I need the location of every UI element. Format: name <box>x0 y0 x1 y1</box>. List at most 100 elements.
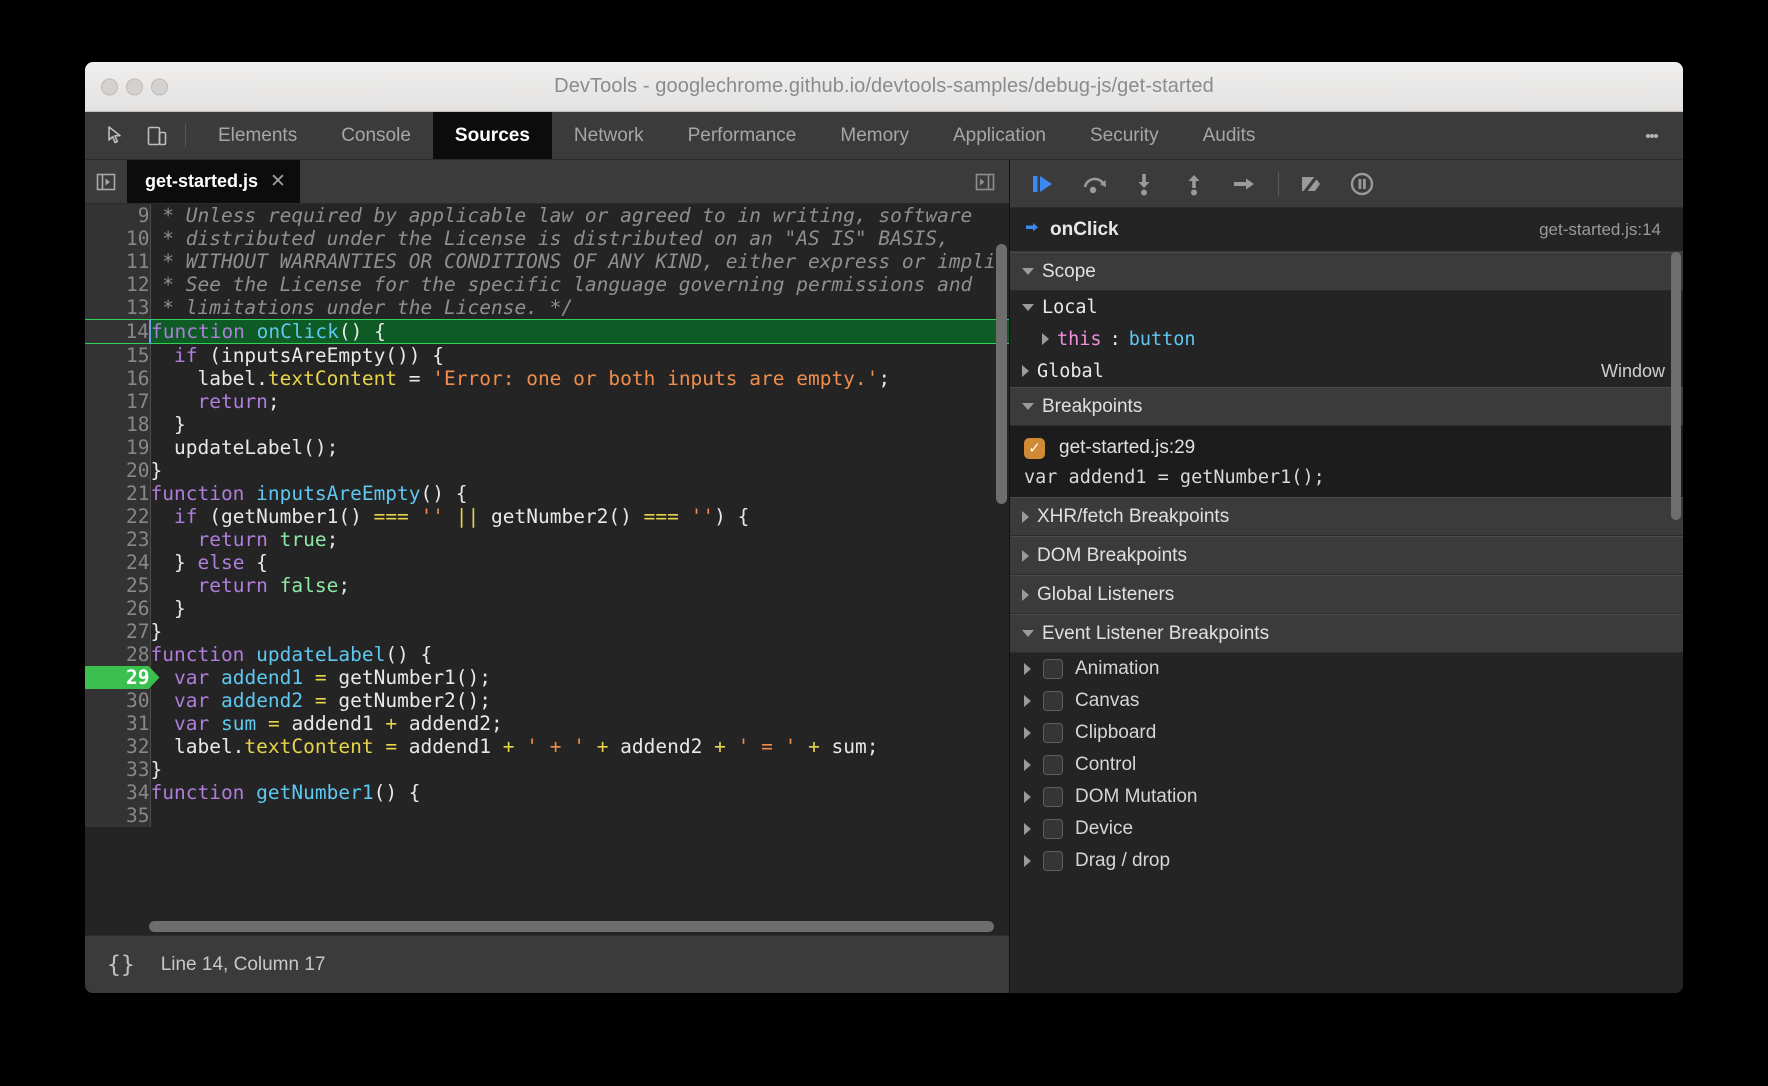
line-number[interactable]: 20 <box>85 459 150 482</box>
code-line[interactable]: 32 label.textContent = addend1 + ' + ' +… <box>85 735 1009 758</box>
code-line[interactable]: 11 * WITHOUT WARRANTIES OR CONDITIONS OF… <box>85 250 1009 273</box>
line-number[interactable]: 21 <box>85 482 150 505</box>
event-listener-breakpoint-row[interactable]: Control <box>1010 749 1683 781</box>
code-line[interactable]: 33} <box>85 758 1009 781</box>
code-line-content[interactable]: } <box>150 459 1009 482</box>
code-line-content[interactable]: label.textContent = 'Error: one or both … <box>150 367 1009 390</box>
code-line-content[interactable]: var addend1 = getNumber1(); <box>150 666 1009 689</box>
line-number[interactable]: 34 <box>85 781 150 804</box>
pause-on-exceptions-icon[interactable] <box>1337 162 1387 206</box>
chevron-right-icon[interactable] <box>1024 759 1031 771</box>
section-header-scope[interactable]: Scope <box>1010 252 1683 291</box>
scrollbar-thumb[interactable] <box>149 921 994 932</box>
code-line-content[interactable]: } <box>150 597 1009 620</box>
code-line-content[interactable]: * See the License for the specific langu… <box>150 273 1009 296</box>
chevron-right-icon[interactable] <box>1024 727 1031 739</box>
step-over-next-function-call-icon[interactable] <box>1070 162 1120 206</box>
code-line-content[interactable]: * Unless required by applicable law or a… <box>150 204 1009 227</box>
code-line[interactable]: 29 var addend1 = getNumber1(); <box>85 666 1009 689</box>
tab-network[interactable]: Network <box>552 112 666 159</box>
code-line[interactable]: 31 var sum = addend1 + addend2; <box>85 712 1009 735</box>
section-header-dom-breakpoints[interactable]: DOM Breakpoints <box>1010 536 1683 575</box>
tab-security[interactable]: Security <box>1068 112 1181 159</box>
code-line-content[interactable]: * WITHOUT WARRANTIES OR CONDITIONS OF AN… <box>150 250 1009 273</box>
code-line[interactable]: 14function onClick() { <box>85 320 1009 344</box>
chevron-right-icon[interactable] <box>1024 695 1031 707</box>
line-number[interactable]: 12 <box>85 273 150 296</box>
event-listener-checkbox[interactable] <box>1043 755 1063 775</box>
code-line-content[interactable]: function getNumber1() { <box>150 781 1009 804</box>
tab-elements[interactable]: Elements <box>196 112 319 159</box>
code-line-content[interactable]: return; <box>150 390 1009 413</box>
code-line-content[interactable]: updateLabel(); <box>150 436 1009 459</box>
traffic-lights[interactable] <box>101 78 168 95</box>
tab-sources[interactable]: Sources <box>433 112 552 159</box>
tab-memory[interactable]: Memory <box>818 112 931 159</box>
call-stack-frame[interactable]: onClick get-started.js:14 <box>1010 208 1683 252</box>
line-number[interactable]: 14 <box>85 320 150 344</box>
code-line-content[interactable]: function updateLabel() { <box>150 643 1009 666</box>
line-number[interactable]: 19 <box>85 436 150 459</box>
chevron-right-icon[interactable] <box>1024 791 1031 803</box>
line-number[interactable]: 27 <box>85 620 150 643</box>
line-number[interactable]: 35 <box>85 804 150 827</box>
close-button[interactable] <box>101 78 118 95</box>
device-toolbar-icon[interactable] <box>137 112 177 159</box>
step-icon[interactable] <box>1220 162 1270 206</box>
code-line[interactable]: 25 return false; <box>85 574 1009 597</box>
line-number[interactable]: 25 <box>85 574 150 597</box>
code-line[interactable]: 24 } else { <box>85 551 1009 574</box>
event-listener-checkbox[interactable] <box>1043 691 1063 711</box>
code-line[interactable]: 34function getNumber1() { <box>85 781 1009 804</box>
tab-console[interactable]: Console <box>319 112 433 159</box>
section-header-xhr-fetch-breakpoints[interactable]: XHR/fetch Breakpoints <box>1010 497 1683 536</box>
line-number[interactable]: 32 <box>85 735 150 758</box>
code-line[interactable]: 10 * distributed under the License is di… <box>85 227 1009 250</box>
resume-script-execution-icon[interactable] <box>1020 162 1070 206</box>
scope-entry-this[interactable]: this: button <box>1010 323 1683 355</box>
section-header-global-listeners[interactable]: Global Listeners <box>1010 575 1683 614</box>
line-number[interactable]: 26 <box>85 597 150 620</box>
code-line[interactable]: 35 <box>85 804 1009 827</box>
line-number[interactable]: 23 <box>85 528 150 551</box>
line-number[interactable]: 31 <box>85 712 150 735</box>
chevron-right-icon[interactable] <box>1024 663 1031 675</box>
event-listener-checkbox[interactable] <box>1043 723 1063 743</box>
event-listener-checkbox[interactable] <box>1043 659 1063 679</box>
debugger-sections-scroll[interactable]: Scope Local this: button Global Window <box>1010 252 1683 993</box>
pretty-print-icon[interactable]: {} <box>107 952 135 978</box>
zoom-button[interactable] <box>151 78 168 95</box>
line-number[interactable]: 17 <box>85 390 150 413</box>
editor-horizontal-scrollbar[interactable] <box>149 921 995 932</box>
more-options-icon[interactable] <box>1639 112 1665 159</box>
code-line-content[interactable]: return true; <box>150 528 1009 551</box>
event-listener-checkbox[interactable] <box>1043 819 1063 839</box>
code-line[interactable]: 22 if (getNumber1() === '' || getNumber2… <box>85 505 1009 528</box>
code-line[interactable]: 20} <box>85 459 1009 482</box>
line-number[interactable]: 16 <box>85 367 150 390</box>
code-line[interactable]: 19 updateLabel(); <box>85 436 1009 459</box>
line-number[interactable]: 33 <box>85 758 150 781</box>
line-number[interactable]: 11 <box>85 250 150 273</box>
tab-performance[interactable]: Performance <box>666 112 819 159</box>
code-line[interactable]: 18 } <box>85 413 1009 436</box>
line-number[interactable]: 28 <box>85 643 150 666</box>
show-debugger-icon[interactable] <box>973 160 997 203</box>
code-line[interactable]: 15 if (inputsAreEmpty()) { <box>85 344 1009 368</box>
step-out-of-current-function-icon[interactable] <box>1170 162 1220 206</box>
line-number[interactable]: 18 <box>85 413 150 436</box>
line-number[interactable]: 24 <box>85 551 150 574</box>
code-scroll-area[interactable]: 9 * Unless required by applicable law or… <box>85 204 1009 935</box>
code-line-content[interactable]: return false; <box>150 574 1009 597</box>
code-line-content[interactable]: label.textContent = addend1 + ' + ' + ad… <box>150 735 1009 758</box>
show-navigator-icon[interactable] <box>85 160 127 203</box>
deactivate-breakpoints-icon[interactable] <box>1287 162 1337 206</box>
section-header-event-listener-breakpoints[interactable]: Event Listener Breakpoints <box>1010 614 1683 653</box>
code-line[interactable]: 9 * Unless required by applicable law or… <box>85 204 1009 227</box>
code-line[interactable]: 16 label.textContent = 'Error: one or bo… <box>85 367 1009 390</box>
scope-group-local[interactable]: Local <box>1010 291 1683 323</box>
breakpoint-checkbox[interactable]: ✓ <box>1024 438 1045 459</box>
step-into-next-function-call-icon[interactable] <box>1120 162 1170 206</box>
code-line-content[interactable]: function inputsAreEmpty() { <box>150 482 1009 505</box>
close-icon[interactable]: ✕ <box>270 170 286 193</box>
